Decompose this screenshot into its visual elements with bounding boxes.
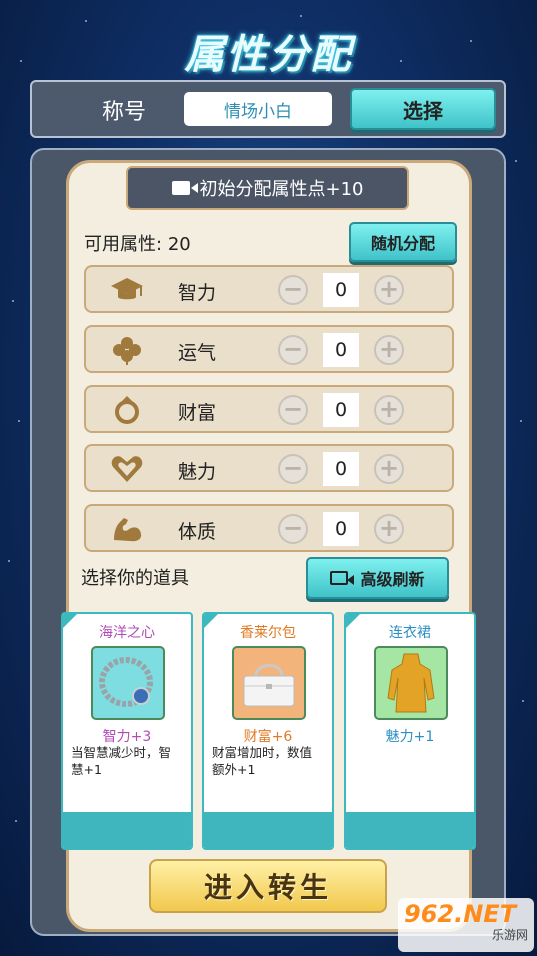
available-points: 可用属性: 20 [84, 230, 191, 256]
watermark-logo: 962.NET 乐游网 [398, 898, 534, 952]
attribute-value: 0 [323, 273, 359, 307]
attribute-row-charm: 魅力 − 0 + [84, 444, 454, 492]
decrease-button[interactable]: − [278, 514, 308, 544]
item-card[interactable]: 连衣裙 魅力+1 [344, 612, 476, 850]
attribute-value: 0 [323, 452, 359, 486]
increase-button[interactable]: + [374, 395, 404, 425]
increase-button[interactable]: + [374, 275, 404, 305]
item-name: 连衣裙 [389, 625, 431, 641]
increase-button[interactable]: + [374, 454, 404, 484]
video-camera-icon [171, 181, 198, 195]
advanced-refresh-button[interactable]: 高级刷新 [306, 557, 449, 599]
attribute-name: 魅力 [178, 461, 217, 483]
attribute-row-constitution: 体质 − 0 + [84, 504, 454, 552]
enter-rebirth-button[interactable]: 进入转生 [149, 859, 387, 913]
initial-allocate-label: 初始分配属性点+10 [199, 179, 364, 200]
nickname-field[interactable]: 情场小白 [184, 92, 332, 126]
increase-button[interactable]: + [374, 335, 404, 365]
increase-button[interactable]: + [374, 514, 404, 544]
dress-image [374, 646, 448, 720]
attribute-name: 财富 [178, 402, 217, 424]
bracelet-image [91, 646, 165, 720]
random-allocate-button[interactable]: 随机分配 [349, 222, 457, 262]
attribute-name: 体质 [178, 521, 217, 543]
advanced-refresh-label: 高级刷新 [360, 570, 425, 589]
item-description: 当智慧减少时，智慧+1 [71, 745, 172, 777]
muscle-arm-icon [110, 514, 144, 544]
ring-icon [110, 395, 144, 425]
item-bonus: 财富+6 [243, 729, 293, 745]
item-name: 香莱尔包 [240, 625, 296, 641]
item-name: 海洋之心 [99, 625, 155, 641]
select-nickname-button[interactable]: 选择 [350, 88, 496, 130]
clover-icon [110, 335, 144, 365]
item-bonus: 魅力+1 [385, 729, 435, 745]
item-bonus: 智力+3 [102, 729, 152, 745]
card-footer [346, 812, 474, 848]
item-description: 财富增加时，数值额外+1 [212, 745, 313, 777]
attribute-row-intelligence: 智力 − 0 + [84, 265, 454, 313]
decrease-button[interactable]: − [278, 395, 308, 425]
watermark-number: 962.NET [404, 900, 517, 928]
page-title: 属性分配 [184, 32, 353, 78]
initial-allocate-button[interactable]: 初始分配属性点+10 [126, 166, 409, 210]
item-card[interactable]: 香莱尔包 财富+6 财富增加时，数值额外+1 [202, 612, 334, 850]
attribute-value: 0 [323, 512, 359, 546]
graduation-cap-icon [110, 275, 144, 305]
watermark-subtitle: 乐游网 [491, 928, 528, 942]
heart-icon [110, 454, 144, 484]
attribute-name: 智力 [178, 282, 217, 304]
decrease-button[interactable]: − [278, 454, 308, 484]
decrease-button[interactable]: − [278, 275, 308, 305]
items-label: 选择你的道具 [81, 568, 189, 589]
handbag-image [232, 646, 306, 720]
attribute-row-wealth: 财富 − 0 + [84, 385, 454, 433]
item-card[interactable]: 海洋之心 智力+3 当智慧减少时，智慧+1 [61, 612, 193, 850]
card-footer [204, 812, 332, 848]
available-points-value: 20 [167, 234, 191, 255]
decrease-button[interactable]: − [278, 335, 308, 365]
attribute-value: 0 [323, 393, 359, 427]
nickname-label: 称号 [102, 100, 147, 125]
nickname-bar: 称号 情场小白 选择 [30, 80, 506, 138]
video-camera-icon [330, 571, 355, 585]
available-points-label: 可用属性: [84, 234, 163, 255]
attribute-name: 运气 [178, 342, 217, 364]
attribute-row-luck: 运气 − 0 + [84, 325, 454, 373]
card-footer [63, 812, 191, 848]
attribute-value: 0 [323, 333, 359, 367]
